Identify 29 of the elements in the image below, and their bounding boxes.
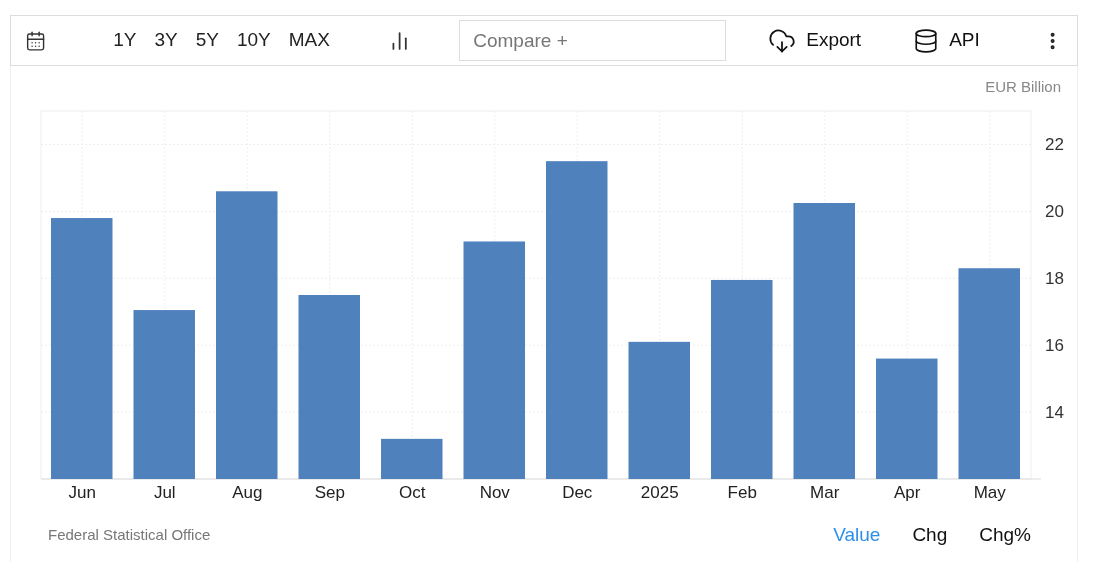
y-tick-label: 16 xyxy=(1045,336,1064,356)
view-tab[interactable]: Chg xyxy=(906,521,954,550)
x-tick-label: Apr xyxy=(894,483,921,502)
range-button[interactable]: 5Y xyxy=(188,22,226,59)
database-icon xyxy=(913,27,940,54)
y-tick-label: 20 xyxy=(1045,202,1064,222)
y-tick-label: 22 xyxy=(1045,135,1064,155)
y-tick-label: 14 xyxy=(1045,403,1064,423)
range-button[interactable]: MAX xyxy=(281,22,337,59)
api-button[interactable]: API xyxy=(913,26,980,55)
x-tick-label: Oct xyxy=(399,483,426,502)
source-text: Federal Statistical Office xyxy=(48,525,211,545)
x-tick-label: 2025 xyxy=(640,483,679,502)
export-button[interactable]: Export xyxy=(768,26,862,55)
range-button[interactable]: 10Y xyxy=(230,22,278,59)
view-tab[interactable]: Chg% xyxy=(973,521,1037,550)
y-tick-label: 18 xyxy=(1045,269,1064,289)
x-tick-label: Dec xyxy=(562,483,593,502)
range-button[interactable]: 3Y xyxy=(147,22,185,59)
x-tick-label: Jul xyxy=(153,483,176,502)
x-tick-label: Aug xyxy=(232,483,263,502)
x-tick-label: Mar xyxy=(810,483,840,502)
x-tick-label: Nov xyxy=(479,483,510,502)
range-button[interactable]: 1Y xyxy=(106,22,144,59)
x-tick-label: Jun xyxy=(68,483,96,502)
x-tick-label: Sep xyxy=(314,483,345,502)
x-tick-label: Feb xyxy=(727,483,757,502)
x-tick-label: May xyxy=(973,483,1006,502)
compare-field[interactable]: Compare + xyxy=(459,20,727,61)
